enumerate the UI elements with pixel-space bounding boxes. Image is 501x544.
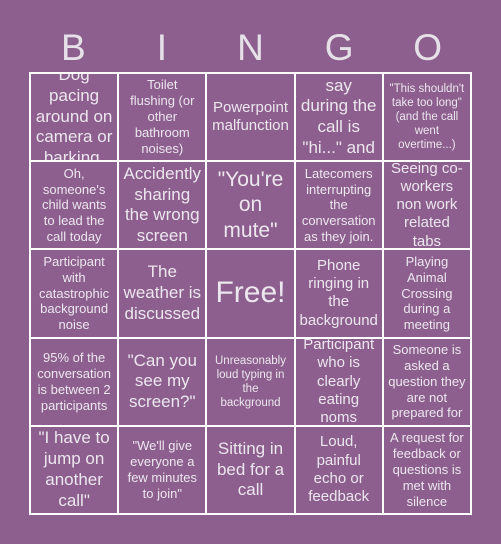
bingo-cell[interactable]: Powerpoint malfunction [207,74,294,161]
header-letter-b: B [60,27,86,68]
bingo-cell[interactable]: The weather is discussed [119,250,206,337]
bingo-cell[interactable]: Accidently sharing the wrong screen [119,162,206,249]
bingo-cell[interactable]: "This shouldn't take too long" (and the … [383,74,470,161]
header-letter-n: N [237,27,264,68]
bingo-cell[interactable]: Seeing co-workers non work related tabs [383,162,470,249]
bingo-header: B I N G O [29,28,472,68]
bingo-cell[interactable]: Unreasonably loud typing in the backgrou… [207,338,294,425]
header-letter-i: I [156,27,168,68]
bingo-board: Dog pacing around on camera or barking. … [29,72,472,515]
bingo-cell[interactable]: Sitting in bed for a call [207,426,294,513]
header-letter-o: O [413,27,443,68]
bingo-cell[interactable]: Participant with catastrophic background… [31,250,118,337]
bingo-cell[interactable]: "We'll give everyone a few minutes to jo… [119,426,206,513]
bingo-cell[interactable]: "I have to jump on another call" [31,426,118,513]
bingo-cell[interactable]: Someone is asked a question they are not… [383,338,470,425]
bingo-cell[interactable]: Participant who is clearly eating noms [295,338,382,425]
bingo-cell[interactable]: All you say during the call is "hi..." a… [295,74,382,161]
bingo-cell[interactable]: "You're on mute" [207,162,294,249]
bingo-cell[interactable]: Oh, someone's child wants to lead the ca… [31,162,118,249]
bingo-cell[interactable]: A request for feedback or questions is m… [383,426,470,513]
free-space-cell[interactable]: Free! [207,250,294,337]
bingo-cell[interactable]: Loud, painful echo or feedback [295,426,382,513]
bingo-cell[interactable]: Dog pacing around on camera or barking. [31,74,118,161]
bingo-cell[interactable]: Phone ringing in the background [295,250,382,337]
bingo-cell[interactable]: Toilet flushing (or other bathroom noise… [119,74,206,161]
bingo-cell[interactable]: 95% of the conversation is between 2 par… [31,338,118,425]
bingo-cell[interactable]: "Can you see my screen?" [119,338,206,425]
bingo-cell[interactable]: Playing Animal Crossing during a meeting [383,250,470,337]
header-letter-g: G [324,27,354,68]
bingo-cell[interactable]: Latecomers interrupting the conversation… [295,162,382,249]
